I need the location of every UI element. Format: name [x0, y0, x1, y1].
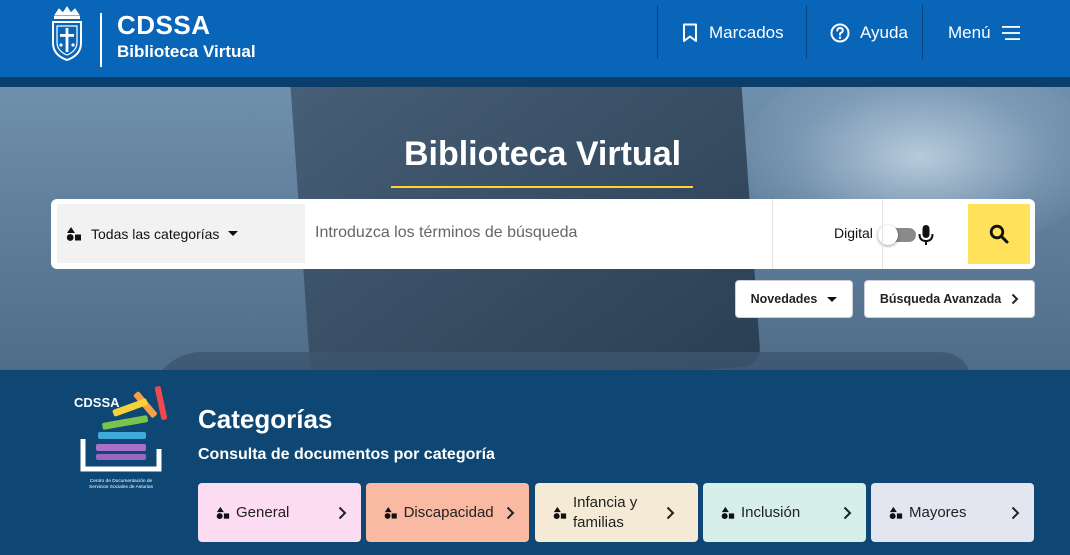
category-card-discapacidad[interactable]: Discapacidad — [366, 483, 529, 542]
hamburger-icon — [1001, 26, 1020, 40]
shapes-icon — [216, 506, 230, 519]
logo-divider — [100, 13, 102, 67]
search-bar: Todas las categorías Digital — [51, 199, 1035, 269]
category-card-label: General — [236, 503, 290, 521]
digital-toggle-label: Digital — [834, 225, 873, 241]
asturias-emblem-icon[interactable] — [47, 3, 87, 63]
nav-marcados[interactable]: Marcados — [681, 0, 784, 66]
novedades-dropdown[interactable]: Novedades — [735, 280, 853, 318]
category-dropdown-label: Todas las categorías — [91, 225, 220, 242]
chevron-right-icon — [331, 506, 353, 520]
svg-text:Centro de Documentación de: Centro de Documentación de — [90, 478, 153, 484]
shapes-icon — [66, 226, 81, 241]
category-card-infancia-familias[interactable]: Infancia y familias — [535, 483, 698, 542]
nav-marcados-label: Marcados — [709, 23, 784, 42]
category-card-label: Infancia y familias — [573, 493, 638, 531]
category-dropdown[interactable]: Todas las categorías — [57, 204, 305, 263]
category-card-inclusion[interactable]: Inclusión — [703, 483, 866, 542]
cdssa-logo-text: CDSSA — [74, 395, 120, 410]
chevron-right-icon — [500, 506, 521, 520]
shapes-icon — [889, 506, 903, 519]
chevron-right-icon — [1011, 293, 1019, 305]
digital-toggle-knob — [878, 225, 898, 245]
microphone-icon[interactable] — [914, 223, 938, 247]
chevron-right-icon — [659, 506, 681, 520]
shapes-icon — [553, 506, 567, 519]
search-input[interactable] — [315, 217, 815, 249]
nav-ayuda-label: Ayuda — [860, 23, 908, 42]
hero-title: Biblioteca Virtual — [403, 135, 682, 173]
chevron-right-icon — [1004, 506, 1026, 520]
nav-separator — [922, 5, 923, 59]
search-button[interactable] — [968, 204, 1030, 264]
site-header: CDSSA Biblioteca Virtual Marcados Ayuda … — [0, 0, 1070, 77]
search-separator — [882, 199, 883, 269]
header-bottom-strip — [0, 77, 1070, 87]
brand-subtitle[interactable]: Biblioteca Virtual — [117, 42, 256, 62]
advanced-search-button[interactable]: Búsqueda Avanzada — [864, 280, 1035, 318]
chevron-right-icon — [836, 506, 858, 520]
category-card-label: Inclusión — [741, 503, 801, 521]
svg-text:Servicios Sociales de Asturias: Servicios Sociales de Asturias — [89, 484, 154, 490]
cdssa-books-logo[interactable]: CDSSA Centro de Documentación de Servici… — [72, 383, 178, 493]
categories-subtitle: Consulta de documentos por categoría — [198, 446, 495, 463]
caret-down-icon — [827, 296, 838, 302]
nav-menu-label: Menú — [948, 23, 991, 42]
novedades-label: Novedades — [750, 292, 818, 306]
digital-toggle[interactable] — [878, 225, 916, 245]
advanced-search-label: Búsqueda Avanzada — [879, 292, 1002, 306]
categories-title: Categorías — [198, 404, 333, 434]
hero-laptop-base-image — [120, 352, 980, 370]
hero-title-underline — [391, 186, 693, 188]
nav-menu[interactable]: Menú — [948, 0, 1021, 66]
category-card-mayores[interactable]: Mayores — [871, 483, 1034, 542]
brand-title[interactable]: CDSSA — [117, 10, 211, 40]
category-card-label: Discapacidad — [403, 503, 494, 521]
search-separator — [772, 199, 773, 269]
category-card-label: Mayores — [909, 503, 967, 521]
nav-ayuda[interactable]: Ayuda — [830, 0, 908, 66]
caret-down-icon — [228, 231, 239, 236]
category-card-general[interactable]: General — [198, 483, 361, 542]
shapes-icon — [384, 506, 397, 519]
nav-separator — [806, 5, 807, 59]
magnifier-icon — [989, 224, 1009, 244]
help-icon — [830, 23, 850, 43]
bookmark-icon — [683, 23, 697, 42]
shapes-icon — [721, 506, 735, 519]
nav-separator — [657, 5, 658, 59]
